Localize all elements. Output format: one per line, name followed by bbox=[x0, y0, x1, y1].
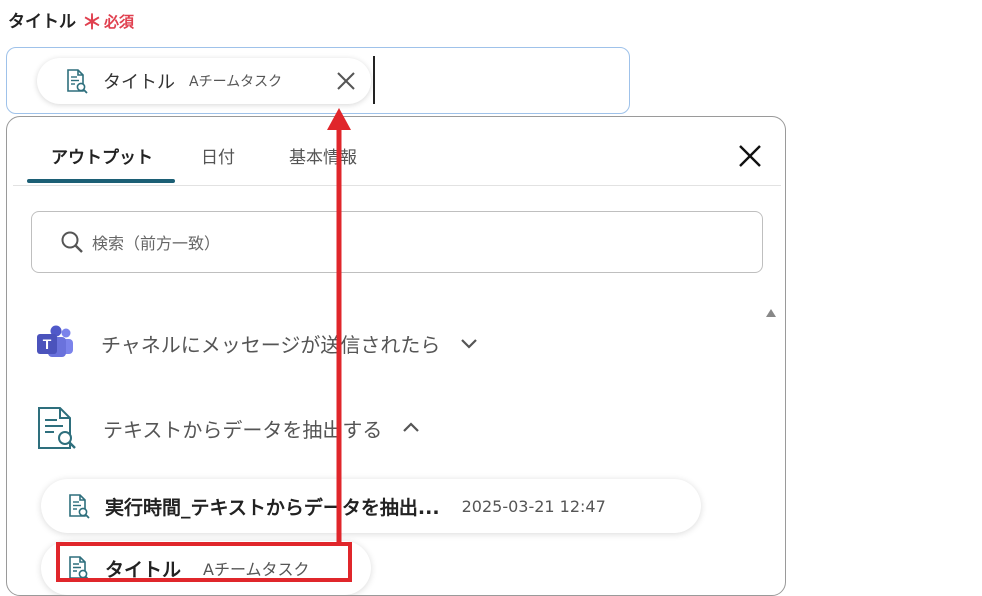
output-item-name: 実行時間_テキストからデータを抽出... bbox=[105, 496, 440, 519]
selected-chip[interactable]: タイトル Aチームタスク bbox=[37, 58, 371, 104]
active-tab-indicator bbox=[27, 179, 175, 183]
output-picker-panel: アウトプット 日付 基本情報 T bbox=[6, 116, 786, 596]
scroll-up-arrow-icon[interactable] bbox=[765, 304, 777, 317]
group-title: チャネルにメッセージが送信されたら bbox=[101, 332, 441, 357]
document-search-icon bbox=[63, 68, 89, 94]
chip-subtitle: Aチームタスク bbox=[189, 74, 283, 90]
document-search-icon bbox=[65, 555, 91, 581]
field-label-text: タイトル bbox=[8, 12, 76, 32]
field-label: タイトル ＊必須 bbox=[8, 6, 134, 35]
group-title: テキストからデータを抽出する bbox=[103, 417, 383, 442]
document-search-icon bbox=[65, 493, 91, 519]
group-header-teams[interactable]: T チャネルにメッセージが送信されたら bbox=[35, 325, 478, 361]
tab-date[interactable]: 日付 bbox=[201, 143, 235, 168]
output-item-name: タイトル bbox=[105, 558, 182, 581]
text-caret bbox=[373, 56, 375, 104]
chip-remove-icon[interactable] bbox=[335, 70, 357, 92]
search-icon bbox=[60, 230, 84, 254]
svg-text:T: T bbox=[43, 336, 52, 352]
title-field[interactable]: タイトル Aチームタスク bbox=[6, 47, 630, 114]
required-mark: ＊ bbox=[82, 10, 102, 34]
close-panel-icon[interactable] bbox=[737, 143, 763, 169]
output-item-value: 2025-03-21 12:47 bbox=[461, 496, 606, 516]
chevron-down-icon bbox=[460, 334, 478, 352]
teams-icon: T bbox=[35, 325, 75, 361]
output-item-value: Aチームタスク bbox=[203, 560, 310, 579]
tab-bar: アウトプット 日付 基本情報 bbox=[13, 117, 781, 186]
required-badge: ＊必須 bbox=[82, 10, 135, 34]
search-box bbox=[31, 211, 763, 273]
chevron-up-icon bbox=[402, 419, 420, 437]
search-input[interactable] bbox=[90, 224, 734, 262]
tab-basic-info[interactable]: 基本情報 bbox=[289, 143, 357, 168]
tab-output[interactable]: アウトプット bbox=[51, 143, 153, 168]
group-header-extract[interactable]: テキストからデータを抽出する bbox=[35, 405, 420, 451]
document-search-icon bbox=[35, 405, 77, 451]
output-item-exec-time[interactable]: 実行時間_テキストからデータを抽出... 2025-03-21 12:47 bbox=[41, 479, 701, 533]
chip-name: タイトル bbox=[103, 72, 175, 93]
required-text: 必須 bbox=[104, 13, 135, 31]
